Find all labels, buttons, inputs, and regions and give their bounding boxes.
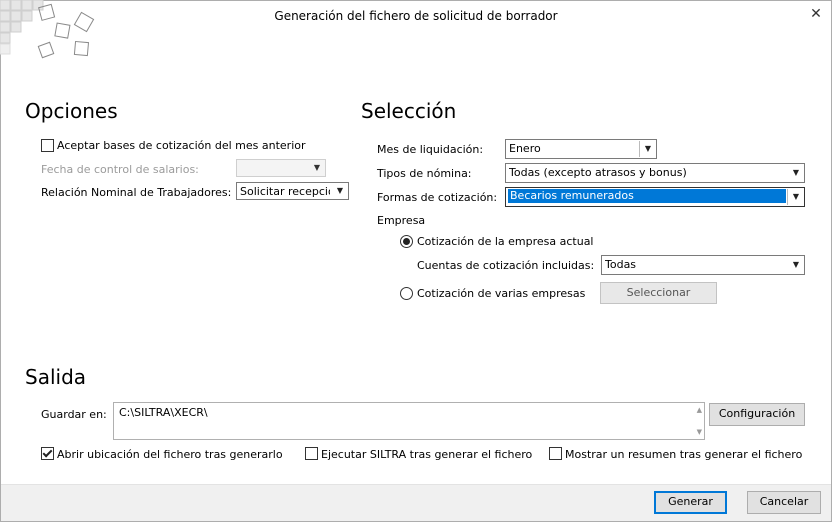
dropdown-arrow-icon: ▼ <box>792 260 800 269</box>
dropdown-arrow-icon: ▼ <box>313 163 321 172</box>
radio-varias-empresas-label: Cotización de varias empresas <box>417 287 586 300</box>
ejecutar-siltra-label: Ejecutar SILTRA tras generar el fichero <box>321 448 533 461</box>
aceptar-bases-checkbox[interactable] <box>41 139 54 152</box>
empresa-label: Empresa <box>377 214 426 227</box>
dropdown-arrow-icon: ▼ <box>787 189 804 205</box>
fecha-control-dropdown[interactable]: ▼ <box>236 159 326 177</box>
guardar-path-value: C:\SILTRA\XECR\ <box>119 406 208 419</box>
salida-heading: Salida <box>25 365 87 389</box>
opciones-heading: Opciones <box>25 99 118 123</box>
mes-dropdown[interactable]: Enero ▼ <box>505 139 657 159</box>
scroll-up-icon[interactable]: ▲ <box>697 406 702 414</box>
cuentas-dropdown[interactable]: Todas ▼ <box>601 255 805 275</box>
formas-dropdown[interactable]: Becarios remunerados ▼ <box>505 187 805 207</box>
scroll-down-icon[interactable]: ▼ <box>697 428 702 436</box>
radio-varias-empresas[interactable] <box>400 287 413 300</box>
close-icon[interactable]: ✕ <box>806 4 826 24</box>
mostrar-resumen-label: Mostrar un resumen tras generar el fiche… <box>565 448 803 461</box>
cuentas-value: Todas <box>605 258 637 271</box>
cancelar-button[interactable]: Cancelar <box>747 491 821 514</box>
tipos-label: Tipos de nómina: <box>377 167 472 180</box>
seleccion-heading: Selección <box>361 99 457 123</box>
abrir-ubicacion-label: Abrir ubicación del fichero tras generar… <box>57 448 283 461</box>
formas-label: Formas de cotización: <box>377 191 498 204</box>
configuracion-button[interactable]: Configuración <box>709 403 805 426</box>
guardar-label: Guardar en: <box>41 408 107 421</box>
ejecutar-siltra-checkbox[interactable] <box>305 447 318 460</box>
relacion-label: Relación Nominal de Trabajadores: <box>41 186 232 199</box>
radio-empresa-actual-label: Cotización de la empresa actual <box>417 235 594 248</box>
dropdown-arrow-icon: ▼ <box>792 168 800 177</box>
dropdown-arrow-icon: ▼ <box>639 141 656 157</box>
relacion-dropdown[interactable]: Solicitar recepció ▼ <box>236 182 349 200</box>
relacion-value: Solicitar recepció <box>240 185 330 198</box>
window-title: Generación del fichero de solicitud de b… <box>274 9 558 23</box>
formas-value: Becarios remunerados <box>508 189 786 203</box>
mes-value: Enero <box>509 142 541 155</box>
abrir-ubicacion-checkbox[interactable] <box>41 447 54 460</box>
seleccionar-button[interactable]: Seleccionar <box>600 282 717 304</box>
tipos-dropdown[interactable]: Todas (excepto atrasos y bonus) ▼ <box>505 163 805 183</box>
cuentas-label: Cuentas de cotización incluidas: <box>417 259 595 272</box>
radio-empresa-actual[interactable] <box>400 235 413 248</box>
dropdown-arrow-icon: ▼ <box>336 186 344 195</box>
guardar-path-field[interactable]: C:\SILTRA\XECR\ ▲ ▼ <box>113 402 705 440</box>
mostrar-resumen-checkbox[interactable] <box>549 447 562 460</box>
tipos-value: Todas (excepto atrasos y bonus) <box>509 166 687 179</box>
fecha-control-label: Fecha de control de salarios: <box>41 163 199 176</box>
aceptar-bases-label: Aceptar bases de cotización del mes ante… <box>57 139 306 152</box>
mes-label: Mes de liquidación: <box>377 143 484 156</box>
generar-button[interactable]: Generar <box>654 491 727 514</box>
